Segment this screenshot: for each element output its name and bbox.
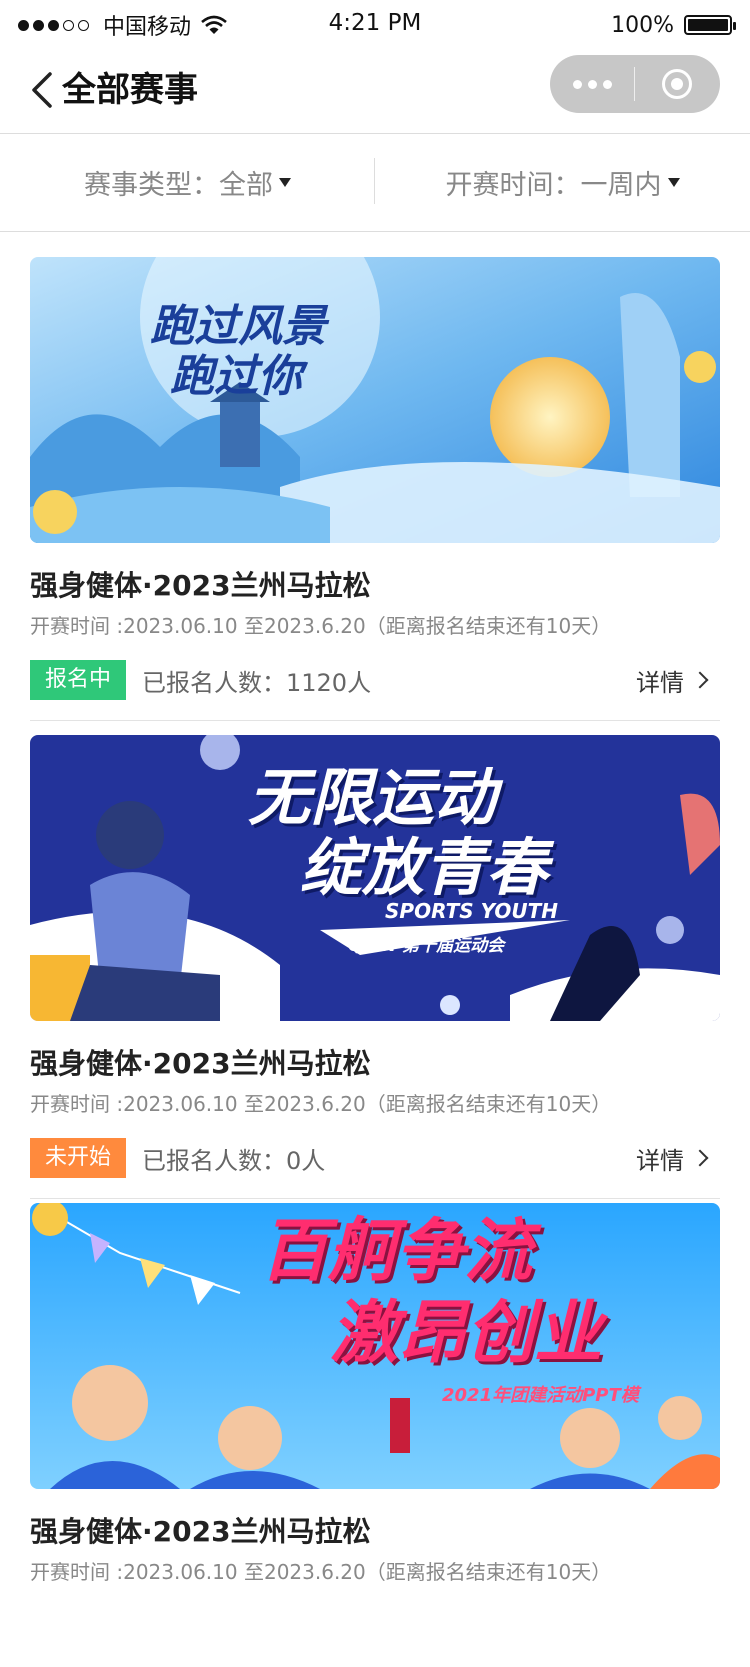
status-badge: 未开始: [30, 1138, 126, 1178]
event-card[interactable]: 跑过风景 跑过你 强身健体·2023兰州马拉松 开赛时间 :2023.06.10…: [30, 257, 720, 721]
event-card[interactable]: 无限运动 绽放青春 SPORTS YOUTH QIAN 第十届运动会 强身健体·…: [30, 735, 720, 1199]
event-type-filter-label: 赛事类型：全部: [84, 170, 273, 201]
detail-link[interactable]: 详情: [636, 660, 709, 700]
more-icon[interactable]: [550, 55, 634, 113]
status-right: 100%: [611, 10, 736, 40]
event-title: 强身健体·2023兰州马拉松: [30, 1047, 371, 1080]
page-title: 全部赛事: [62, 70, 198, 110]
event-footer: 报名中 已报名人数：1120人 详情: [30, 660, 720, 700]
banner-slogan-1: 无限运动: [248, 761, 497, 834]
battery-icon: [684, 15, 736, 35]
banner-slogan-1: 跑过风景: [150, 301, 326, 352]
status-bar: 中国移动 4:21 PM 100%: [0, 0, 750, 50]
event-card[interactable]: 百舸争流 激昂创业 2021年团建活动PPT模 强身健体·2023兰州马拉松 开…: [30, 1203, 720, 1586]
banner-slogan-1: 百舸争流: [260, 1212, 533, 1291]
event-footer: 未开始 已报名人数：0人 详情: [30, 1138, 720, 1178]
registered-count: 已报名人数：0人: [142, 1146, 326, 1175]
start-time-filter-label: 开赛时间：一周内: [445, 170, 662, 201]
event-banner: 百舸争流 激昂创业 2021年团建活动PPT模: [30, 1203, 720, 1489]
event-title: 强身健体·2023兰州马拉松: [30, 1515, 371, 1548]
filter-divider: [374, 158, 375, 204]
card-divider: [30, 1198, 720, 1199]
nav-bar: 全部赛事: [0, 50, 750, 134]
filter-bar: 赛事类型：全部 开赛时间：一周内: [0, 134, 750, 232]
event-time: 开赛时间 :2023.06.10 至2023.6.20（距离报名结束还有10天）: [30, 1560, 612, 1584]
banner-slogan-2: 跑过你: [170, 351, 302, 402]
banner-sub-cn: QIAN 第十届运动会: [348, 936, 505, 956]
banner-slogan-2: 激昂创业: [330, 1294, 603, 1373]
battery-percent: 100%: [611, 12, 674, 38]
detail-label: 详情: [636, 668, 684, 697]
chevron-right-icon: [691, 1149, 709, 1167]
back-arrow-icon[interactable]: [28, 66, 56, 114]
miniprogram-capsule: [550, 55, 720, 113]
close-miniprogram-button[interactable]: [635, 55, 719, 113]
caret-down-icon: [279, 178, 291, 187]
event-title: 强身健体·2023兰州马拉松: [30, 569, 371, 602]
event-time: 开赛时间 :2023.06.10 至2023.6.20（距离报名结束还有10天）: [30, 614, 612, 638]
detail-link[interactable]: 详情: [636, 1138, 709, 1178]
status-badge: 报名中: [30, 660, 126, 700]
event-banner: 无限运动 绽放青春 SPORTS YOUTH QIAN 第十届运动会: [30, 735, 720, 1021]
detail-label: 详情: [636, 1146, 684, 1175]
banner-sub-en: SPORTS YOUTH: [385, 899, 558, 923]
caret-down-icon: [667, 178, 680, 187]
event-banner: 跑过风景 跑过你: [30, 257, 720, 543]
registered-count: 已报名人数：1120人: [142, 668, 372, 697]
chevron-right-icon: [691, 671, 709, 689]
event-type-filter[interactable]: 赛事类型：全部: [0, 163, 375, 202]
banner-slogan-2: 绽放青春: [300, 831, 549, 904]
start-time-filter[interactable]: 开赛时间：一周内: [375, 163, 750, 202]
event-time: 开赛时间 :2023.06.10 至2023.6.20（距离报名结束还有10天）: [30, 1092, 612, 1116]
target-icon: [662, 69, 692, 99]
card-divider: [30, 720, 720, 721]
banner-sub: 2021年团建活动PPT模: [442, 1385, 639, 1406]
